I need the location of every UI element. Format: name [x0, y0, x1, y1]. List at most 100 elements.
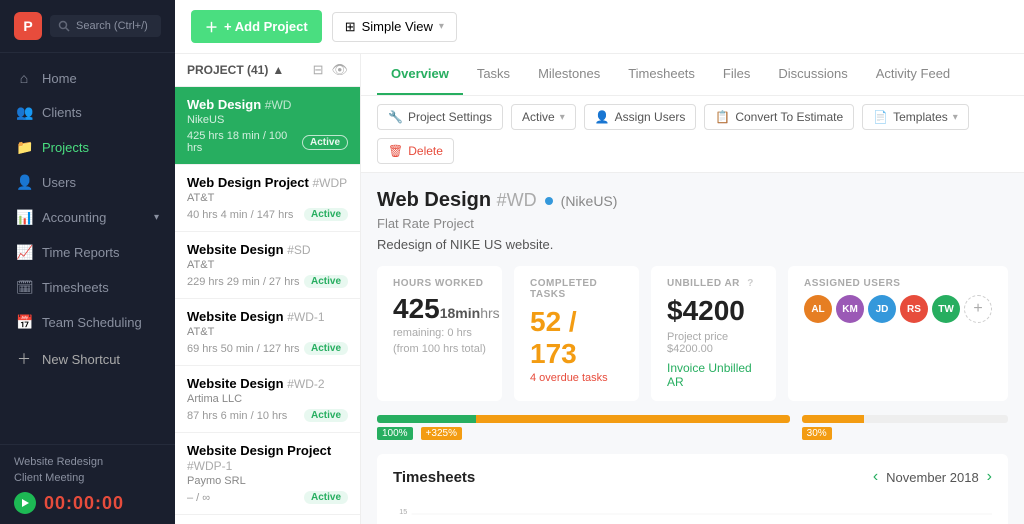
filter-icon[interactable]: ⊟	[313, 62, 324, 78]
footer-line2: Client Meeting	[14, 471, 161, 486]
timesheets-title: Timesheets	[393, 469, 475, 486]
detail-area: Overview Tasks Milestones Timesheets Fil…	[361, 54, 1024, 524]
sidebar-logo: P	[14, 12, 42, 40]
project-item-badge: Active	[304, 342, 348, 355]
sidebar-item-projects[interactable]: 📁 Projects	[0, 130, 175, 165]
assign-users-label: Assign Users	[615, 110, 686, 124]
progress-fill-green	[377, 415, 476, 423]
progress-label-100: 100%	[377, 427, 413, 440]
progress-section: 100% +325% 30%	[377, 415, 1008, 440]
action-bar: 🔧 Project Settings Active ▾ 👤 Assign Use…	[361, 96, 1024, 173]
project-item-title: Web Design #WD	[187, 97, 348, 112]
detail-content: Web Design #WD (NikeUS) Flat Rate Projec…	[361, 173, 1024, 524]
avatar: RS	[900, 295, 928, 323]
convert-button[interactable]: 📋 Convert To Estimate	[704, 104, 854, 130]
project-item-badge: Active	[302, 135, 348, 150]
delete-button[interactable]: 🗑 Delete	[377, 138, 454, 164]
templates-button[interactable]: 📄 Templates ▾	[862, 104, 969, 130]
project-list-item[interactable]: Website Design #WD-1 AT&T 69 hrs 50 min …	[175, 299, 360, 366]
assigned-users-label: ASSIGNED USERS	[804, 278, 992, 289]
sidebar-item-new-shortcut[interactable]: ＋ New Shortcut	[0, 340, 175, 378]
view-toggle-icon[interactable]: 👁	[331, 62, 348, 78]
chart-area: 15 10 5 0 Jan	[393, 496, 992, 524]
sidebar-item-users[interactable]: 👤 Users	[0, 165, 175, 200]
project-item-code: #WD-2	[287, 377, 324, 391]
timesheets-month: November 2018	[886, 470, 979, 485]
tab-overview[interactable]: Overview	[377, 54, 463, 95]
timesheets-nav: ‹ November 2018 ›	[873, 468, 992, 486]
next-month-button[interactable]: ›	[987, 468, 992, 486]
project-list-actions: ⊟ 👁	[313, 62, 348, 78]
tab-timesheets[interactable]: Timesheets	[614, 54, 709, 95]
sidebar-item-label: Projects	[42, 140, 159, 155]
project-item-badge: Active	[304, 208, 348, 221]
sidebar-item-accounting[interactable]: 📊 Accounting ▾	[0, 200, 175, 235]
view-select[interactable]: ⊞ Simple View ▾	[332, 12, 457, 42]
sidebar-item-label: Home	[42, 71, 159, 86]
avatar: AL	[804, 295, 832, 323]
avatar: JD	[868, 295, 896, 323]
tabs: Overview Tasks Milestones Timesheets Fil…	[361, 54, 1024, 96]
timesheets-section: Timesheets ‹ November 2018 › 15 10 5	[377, 454, 1008, 524]
project-description: Redesign of NIKE US website.	[377, 237, 1008, 252]
tab-tasks[interactable]: Tasks	[463, 54, 524, 95]
clients-icon: 👥	[16, 104, 32, 121]
progress-fill-orange	[476, 415, 790, 423]
projects-container: Web Design #WD NikeUS 425 hrs 18 min / 1…	[175, 87, 360, 515]
sidebar-item-timesheets[interactable]: 🗓 Timesheets	[0, 270, 175, 305]
convert-icon: 📋	[715, 110, 730, 124]
project-item-hours: 87 hrs 6 min / 10 hrs	[187, 410, 287, 422]
project-list-item[interactable]: Website Design Project #WDP-1 Paymo SRL …	[175, 433, 360, 515]
footer-line1: Website Redesign	[14, 455, 161, 470]
tab-activity-feed[interactable]: Activity Feed	[862, 54, 964, 95]
sidebar: P Search (Ctrl+/) ⌂ Home 👥 Clients 📁 Pro…	[0, 0, 175, 524]
topbar: ＋ + Add Project ⊞ Simple View ▾	[175, 0, 1024, 54]
project-item-meta: 87 hrs 6 min / 10 hrs Active	[187, 409, 348, 422]
search-bar[interactable]: Search (Ctrl+/)	[50, 15, 161, 37]
project-type: Flat Rate Project	[377, 216, 1008, 231]
project-item-title: Website Design #WD-1	[187, 309, 348, 324]
project-list-item[interactable]: Web Design Project #WDP AT&T 40 hrs 4 mi…	[175, 165, 360, 232]
sidebar-item-team-scheduling[interactable]: 📅 Team Scheduling	[0, 305, 175, 340]
add-project-button[interactable]: ＋ + Add Project	[191, 10, 322, 43]
plus-icon: ＋	[205, 17, 218, 36]
chevron-down-icon: ▾	[439, 21, 444, 32]
hours-remaining: remaining: 0 hrs	[393, 327, 486, 339]
project-item-subtitle: AT&T	[187, 326, 348, 338]
sidebar-item-label: New Shortcut	[42, 352, 159, 367]
project-settings-button[interactable]: 🔧 Project Settings	[377, 104, 503, 130]
active-button[interactable]: Active ▾	[511, 104, 576, 130]
project-list: PROJECT (41) ▲ ⊟ 👁 Web Design #WD NikeUS…	[175, 54, 361, 524]
timer-play-button[interactable]	[14, 492, 36, 514]
project-item-code: #WDP	[312, 176, 347, 190]
hours-worked-card: HOURS WORKED 42518minhrs remaining: 0 hr…	[377, 266, 502, 401]
tab-milestones[interactable]: Milestones	[524, 54, 614, 95]
add-user-button[interactable]: +	[964, 295, 992, 323]
invoice-link[interactable]: Invoice Unbilled AR	[667, 361, 760, 389]
project-list-item[interactable]: Website Design #SD AT&T 229 hrs 29 min /…	[175, 232, 360, 299]
tasks-overdue: 4 overdue tasks	[530, 372, 623, 384]
search-placeholder: Search (Ctrl+/)	[76, 20, 148, 32]
project-list-item[interactable]: Web Design #WD NikeUS 425 hrs 18 min / 1…	[175, 87, 360, 165]
sidebar-item-home[interactable]: ⌂ Home	[0, 61, 175, 95]
sidebar-item-time-reports[interactable]: 📈 Time Reports	[0, 235, 175, 270]
tab-discussions[interactable]: Discussions	[764, 54, 861, 95]
progress-bar-container: 100% +325%	[377, 415, 790, 440]
tasks-value: 52 / 173	[530, 306, 623, 370]
sidebar-item-clients[interactable]: 👥 Clients	[0, 95, 175, 130]
progress-labels: 100% +325%	[377, 427, 790, 440]
prev-month-button[interactable]: ‹	[873, 468, 878, 486]
project-list-item[interactable]: Website Design #WD-2 Artima LLC 87 hrs 6…	[175, 366, 360, 433]
templates-label: Templates	[893, 110, 948, 124]
completed-tasks-card: COMPLETED TASKS 52 / 173 4 overdue tasks	[514, 266, 639, 401]
project-item-hours: 229 hrs 29 min / 27 hrs	[187, 276, 300, 288]
timesheets-header: Timesheets ‹ November 2018 ›	[393, 468, 992, 486]
unbilled-ar-card: UNBILLED AR ? $4200 Project price $4200.…	[651, 266, 776, 401]
assigned-users-card: ASSIGNED USERS AL KM JD RS TW +	[788, 266, 1008, 401]
sort-icon: ▲	[272, 63, 284, 77]
assign-users-button[interactable]: 👤 Assign Users	[584, 104, 697, 130]
hours-worked-label: HOURS WORKED	[393, 278, 486, 289]
unbilled-label: UNBILLED AR ?	[667, 278, 760, 289]
tab-files[interactable]: Files	[709, 54, 764, 95]
sidebar-item-label: Users	[42, 175, 159, 190]
